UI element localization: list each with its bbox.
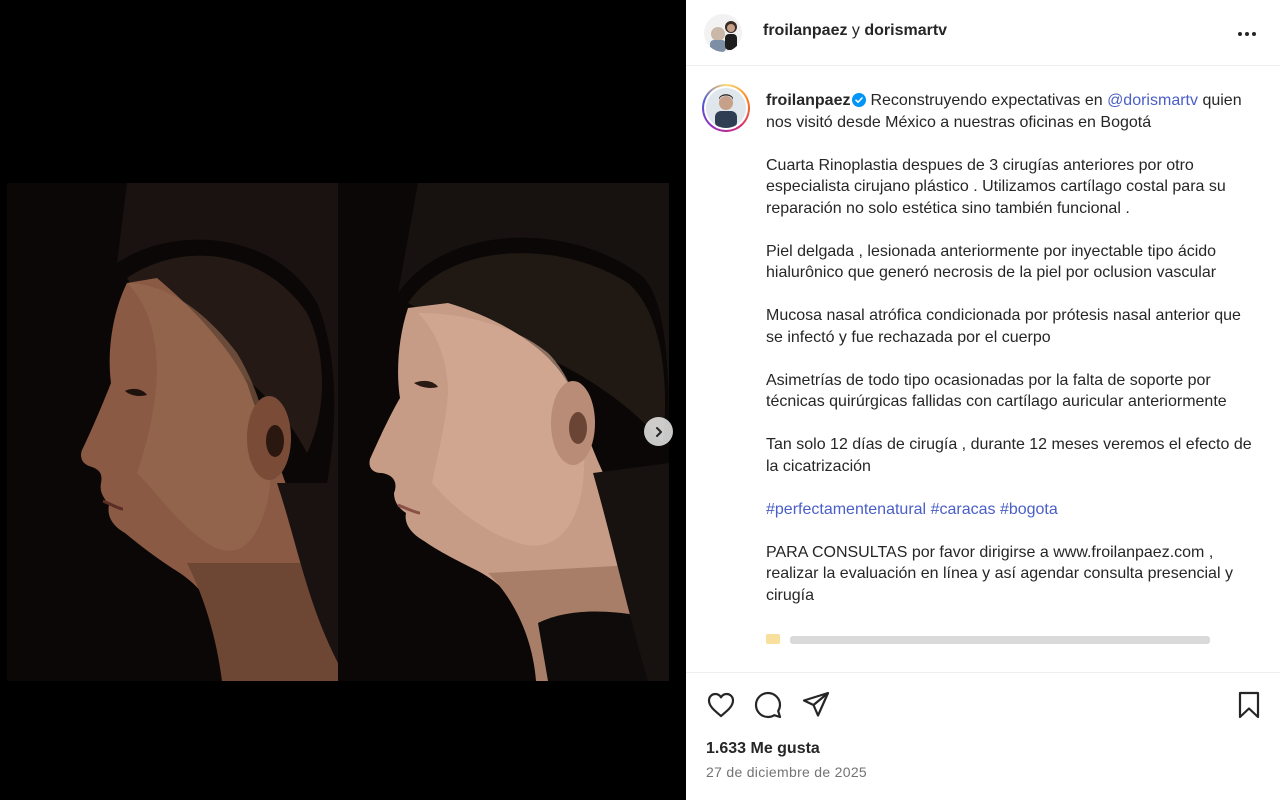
caption-intro: froilanpaez Reconstruyendo expectativas e… <box>766 90 1256 133</box>
caption-paragraph: PARA CONSULTAS por favor dirigirse a www… <box>766 543 1233 604</box>
collaborator-username[interactable]: dorismartv <box>864 22 947 39</box>
caption-paragraph: Piel delgada , lesionada anteriormente p… <box>766 242 1217 282</box>
hashtags: #perfectamentenatural #caracas #bogota <box>766 499 1256 521</box>
chevron-right-icon <box>655 426 662 437</box>
before-photo <box>7 183 338 681</box>
caption-paragraph: Cuarta Rinoplastia despues de 3 cirugías… <box>766 156 1226 217</box>
after-photo <box>338 183 669 681</box>
caption-intro-text: Reconstruyendo expectativas en <box>870 92 1103 109</box>
post-side-panel: froilanpaez y dorismartv froilanpaez Rec… <box>686 0 1280 800</box>
bookmark-icon <box>1238 691 1260 719</box>
caption-paragraph: Mucosa nasal atrófica condicionada por p… <box>766 307 1241 346</box>
verified-badge-icon <box>852 93 867 107</box>
avatar[interactable] <box>704 14 742 52</box>
heart-icon <box>707 692 735 718</box>
post-header: froilanpaez y dorismartv <box>686 0 1280 66</box>
header-connector: y <box>851 22 860 39</box>
comment-button[interactable] <box>753 690 783 720</box>
caption-username[interactable]: froilanpaez <box>766 92 850 109</box>
post-media <box>0 0 686 800</box>
more-icon <box>1238 32 1256 36</box>
likes-count[interactable]: 1.633 Me gusta <box>706 740 820 758</box>
mention-link[interactable]: @dorismartv <box>1107 92 1198 109</box>
hashtag-link[interactable]: #caracas <box>931 501 996 518</box>
post-header-title: froilanpaez y dorismartv <box>763 22 947 40</box>
author-username[interactable]: froilanpaez <box>763 22 847 39</box>
comment-icon <box>754 691 782 719</box>
more-options-button[interactable] <box>1234 22 1260 46</box>
share-icon <box>802 691 830 717</box>
post-actions: 1.633 Me gusta 27 de diciembre de 2025 <box>686 672 1280 800</box>
post-date: 27 de diciembre de 2025 <box>706 764 868 780</box>
hashtag-link[interactable]: #bogota <box>1000 501 1058 518</box>
hashtag-link[interactable]: #perfectamentenatural <box>766 501 926 518</box>
caption-paragraph: Asimetrías de todo tipo ocasionadas por … <box>766 371 1227 411</box>
caption-paragraph: Tan solo 12 días de cirugía , durante 12… <box>766 436 1252 475</box>
like-button[interactable] <box>706 690 736 720</box>
caption-overflow <box>766 628 1256 644</box>
post-caption: froilanpaez Reconstruyendo expectativas e… <box>766 90 1256 644</box>
save-button[interactable] <box>1234 690 1264 720</box>
share-button[interactable] <box>801 690 831 720</box>
story-avatar[interactable] <box>702 84 750 132</box>
caption-area: froilanpaez Reconstruyendo expectativas e… <box>686 67 1280 672</box>
carousel-next-button[interactable] <box>644 417 673 446</box>
